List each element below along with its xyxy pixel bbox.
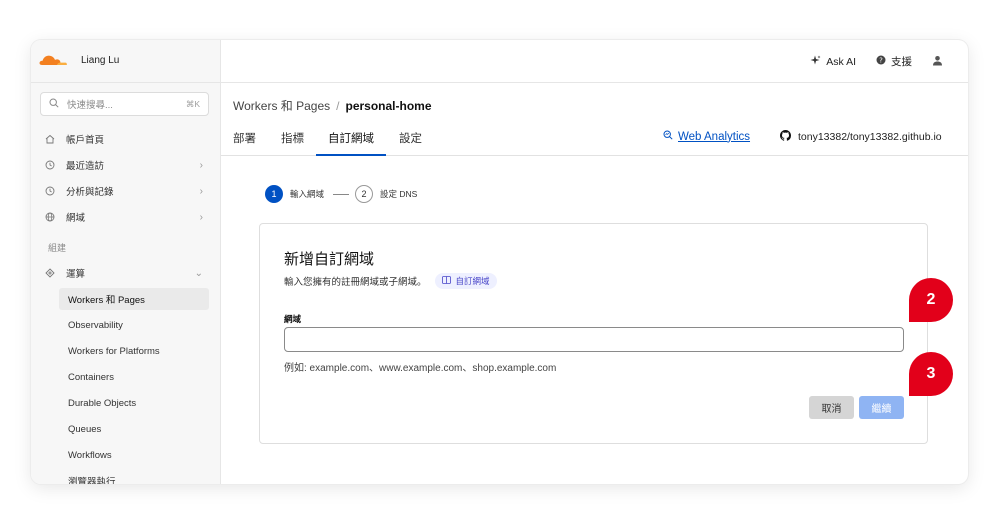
step-1-number: 1 — [265, 185, 283, 203]
sparkle-icon — [810, 55, 826, 69]
stepper: 1 輸入網域 2 設定 DNS — [265, 185, 417, 203]
section-label-build: 組建 — [48, 243, 67, 253]
tab-deployments[interactable]: 部署 — [233, 130, 256, 156]
sidebar-item-account-home[interactable]: 帳戶首頁 — [45, 128, 207, 150]
sidebar-item-label: 分析與記錄 — [66, 187, 114, 198]
sidebar-subitem-workflows[interactable]: Workflows — [59, 444, 209, 466]
svg-text:?: ? — [879, 56, 883, 64]
sidebar-subitem-queues[interactable]: Queues — [59, 418, 209, 440]
top-bar: Ask AI ? 支援 — [221, 40, 968, 83]
step-1-label: 輸入網域 — [290, 189, 325, 199]
clock-icon — [45, 160, 55, 170]
custom-domain-docs-pill[interactable]: 自訂網域 — [434, 273, 497, 289]
github-icon — [780, 130, 791, 144]
user-menu-button[interactable] — [932, 55, 948, 69]
sidebar-item-label: 最近造訪 — [66, 161, 105, 172]
step-2-label: 設定 DNS — [380, 189, 418, 199]
sidebar-item-recent[interactable]: 最近造訪 › — [45, 154, 207, 176]
home-icon — [45, 134, 55, 144]
cancel-button[interactable]: 取消 — [809, 396, 854, 419]
help-icon: ? — [876, 55, 891, 68]
support-button[interactable]: ? 支援 — [876, 54, 912, 69]
sidebar-item-label: 網域 — [66, 213, 86, 224]
sidebar-subitem-containers[interactable]: Containers — [59, 366, 209, 388]
top-bar-actions: Ask AI ? 支援 — [790, 54, 948, 69]
breadcrumb: Workers 和 Pages / personal-home — [233, 97, 432, 114]
sidebar-item-label: 帳戶首頁 — [66, 135, 105, 146]
ask-ai-label: Ask AI — [826, 55, 856, 68]
search-shortcut: ⌘K — [185, 98, 200, 109]
account-switcher[interactable]: Liang Lu — [31, 40, 221, 83]
card-title: 新增自訂網域 — [284, 251, 375, 268]
domain-field-label: 網域 — [284, 314, 302, 324]
app-window: Liang Lu 快速搜尋... ⌘K 帳戶首頁 最近造訪 › 分析與記錄 › … — [31, 40, 968, 484]
sidebar-item-label: 運算 — [66, 269, 86, 280]
callout-badge-2: 2 — [909, 278, 953, 322]
github-repo-link[interactable]: tony13382/tony13382.github.io — [780, 130, 942, 144]
sidebar-item-compute[interactable]: 運算 ⌄ — [45, 262, 207, 284]
callout-badge-3: 3 — [909, 352, 953, 396]
step-2-number: 2 — [355, 185, 374, 203]
analytics-search-icon — [663, 130, 673, 143]
tab-custom-domains[interactable]: 自訂網域 — [316, 130, 386, 156]
cloudflare-logo-icon — [39, 53, 67, 71]
search-input[interactable]: 快速搜尋... ⌘K — [40, 92, 209, 116]
user-icon — [932, 55, 948, 69]
account-name: Liang Lu — [81, 55, 120, 66]
sidebar-subitem-browser-rendering[interactable]: 瀏覽器執行 — [59, 470, 209, 484]
globe-icon — [45, 212, 55, 222]
web-analytics-link[interactable]: Web Analytics — [663, 130, 750, 143]
repo-name: tony13382/tony13382.github.io — [798, 131, 942, 143]
card-subtitle-row: 輸入您擁有的註冊網域或子網域。 自訂網域 — [284, 273, 497, 289]
sidebar-item-domains[interactable]: 網域 › — [45, 206, 207, 228]
chevron-right-icon: › — [199, 211, 203, 223]
continue-button[interactable]: 繼續 — [859, 396, 904, 419]
step-divider — [333, 193, 350, 195]
sidebar-subitem-workers-pages[interactable]: Workers 和 Pages — [59, 288, 209, 310]
sidebar-subitem-workers-for-platforms[interactable]: Workers for Platforms — [59, 340, 209, 362]
domain-input[interactable] — [284, 327, 904, 352]
breadcrumb-parent[interactable]: Workers 和 Pages — [233, 99, 330, 113]
card-subtitle: 輸入您擁有的註冊網域或子網域。 — [284, 277, 427, 288]
domain-field-help: 例如: example.com、www.example.com、shop.exa… — [284, 363, 557, 374]
tab-bar: 部署 指標 自訂網域 設定 Web Analytics tony13382/to… — [221, 122, 968, 156]
add-custom-domain-card: 新增自訂網域 輸入您擁有的註冊網域或子網域。 自訂網域 網域 例如: examp… — [259, 223, 928, 444]
breadcrumb-separator: / — [336, 99, 340, 113]
clock-icon — [45, 186, 55, 196]
pill-label: 自訂網域 — [455, 276, 490, 286]
search-icon — [49, 97, 59, 111]
chevron-right-icon: › — [199, 185, 203, 197]
search-placeholder: 快速搜尋... — [67, 100, 113, 111]
book-icon — [441, 276, 456, 286]
ask-ai-button[interactable]: Ask AI — [810, 55, 856, 69]
tab-metrics[interactable]: 指標 — [281, 130, 304, 156]
breadcrumb-current: personal-home — [345, 99, 432, 113]
sidebar: Liang Lu 快速搜尋... ⌘K 帳戶首頁 最近造訪 › 分析與記錄 › … — [31, 40, 221, 484]
sidebar-subitem-durable-objects[interactable]: Durable Objects — [59, 392, 209, 414]
chevron-right-icon: › — [199, 159, 203, 171]
support-label: 支援 — [891, 56, 912, 68]
tab-settings[interactable]: 設定 — [399, 130, 422, 156]
web-analytics-label: Web Analytics — [678, 130, 751, 143]
sidebar-item-analytics[interactable]: 分析與記錄 › — [45, 180, 207, 202]
compute-icon — [45, 268, 55, 278]
chevron-down-icon: ⌄ — [194, 267, 203, 279]
sidebar-subitem-observability[interactable]: Observability — [59, 314, 209, 336]
